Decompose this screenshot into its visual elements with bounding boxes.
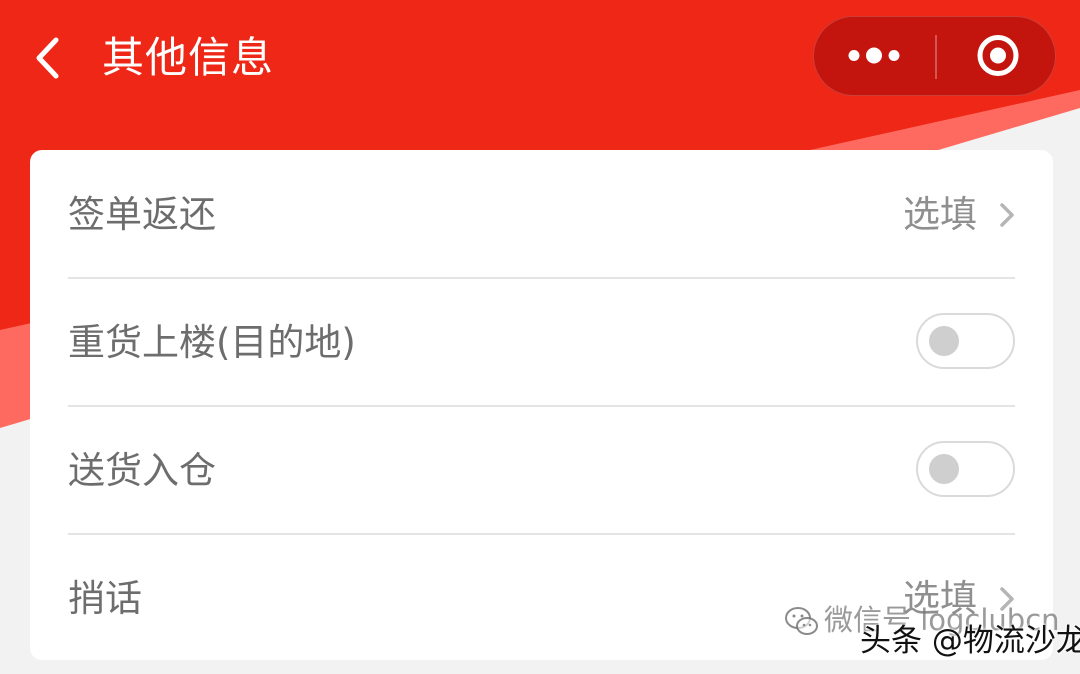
chevron-right-icon: [1000, 203, 1014, 227]
toggle-knob: [929, 454, 959, 484]
mini-program-capsule: [813, 16, 1056, 96]
optional-placeholder: 选填: [903, 193, 977, 236]
row-label: 捎话: [68, 577, 142, 620]
toggle-knob: [929, 326, 959, 356]
heavy-goods-upstairs-toggle[interactable]: [916, 313, 1015, 369]
row-label: 签单返还: [68, 193, 216, 236]
more-button[interactable]: [814, 17, 934, 94]
warehouse-delivery-toggle[interactable]: [916, 441, 1015, 497]
heavy-goods-upstairs-row: 重货上楼(目的地): [30, 278, 1053, 406]
chevron-left-icon[interactable]: [30, 34, 66, 82]
row-label: 重货上楼(目的地): [68, 321, 356, 364]
target-circle-icon: [977, 35, 1019, 76]
row-label: 送货入仓: [68, 449, 216, 492]
warehouse-delivery-row: 送货入仓: [30, 406, 1053, 534]
close-button[interactable]: [937, 17, 1055, 94]
navigation-bar: 其他信息: [0, 0, 1080, 118]
page-title: 其他信息: [102, 33, 275, 82]
other-info-form: 签单返还 选填 重货上楼(目的地) 送货入仓 捎话 选填: [30, 150, 1053, 660]
watermark: 微信号 logclubcn 头条 @物流沙龙: [784, 600, 1080, 670]
watermark-toutiao: 头条 @物流沙龙: [860, 623, 1080, 659]
more-dots-icon: [848, 47, 900, 64]
wechat-icon: [785, 607, 818, 635]
receipt-return-row[interactable]: 签单返还 选填: [30, 150, 1053, 278]
